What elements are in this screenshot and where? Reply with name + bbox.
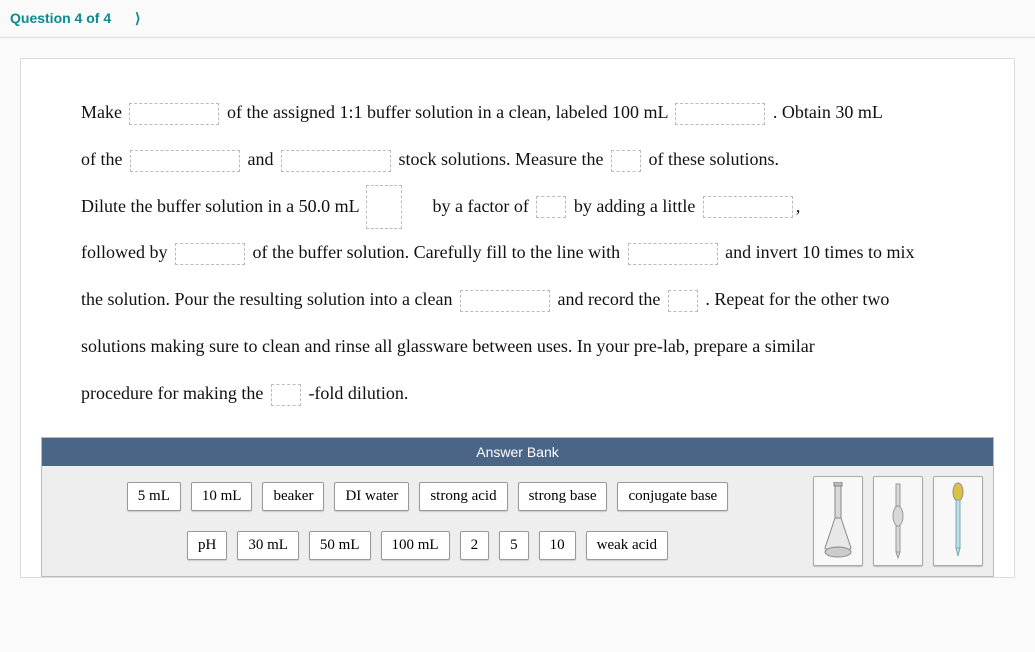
answer-chip[interactable]: 5 mL (127, 482, 181, 511)
drop-slot[interactable] (703, 196, 793, 218)
answer-chip[interactable]: 10 mL (191, 482, 253, 511)
answer-bank-row: pH 30 mL 50 mL 100 mL 2 5 10 weak acid (52, 531, 803, 560)
answer-bank-title: Answer Bank (42, 438, 993, 466)
passage-text: and record the (557, 289, 660, 309)
drop-slot[interactable] (668, 290, 698, 312)
passage-text: of the buffer solution. Carefully fill t… (252, 242, 620, 262)
drop-slot-image[interactable] (366, 185, 402, 229)
dropper-icon[interactable] (933, 476, 983, 566)
answer-bank: Answer Bank 5 mL 10 mL beaker DI water s… (41, 437, 994, 577)
answer-chip[interactable]: beaker (262, 482, 324, 511)
drop-slot[interactable] (130, 150, 240, 172)
passage-text: , (796, 196, 801, 216)
answer-chip[interactable]: pH (187, 531, 227, 560)
answer-bank-row: 5 mL 10 mL beaker DI water strong acid s… (52, 482, 803, 511)
answer-chip[interactable]: strong acid (419, 482, 507, 511)
passage-text: . Repeat for the other two (705, 289, 889, 309)
question-card: Make of the assigned 1:1 buffer solution… (20, 58, 1015, 578)
question-label: Question 4 of 4 (10, 10, 111, 26)
answer-chip[interactable]: 100 mL (381, 531, 450, 560)
answer-chip[interactable]: 30 mL (237, 531, 299, 560)
next-question-chevron[interactable]: ⟩ (135, 10, 140, 26)
question-header: Question 4 of 4 ⟩ (0, 0, 1035, 38)
answer-bank-images (813, 476, 983, 566)
passage-text: of the (81, 149, 122, 169)
passage-text: by adding a little (574, 196, 695, 216)
drop-slot[interactable] (271, 384, 301, 406)
drop-slot[interactable] (611, 150, 641, 172)
answer-chip[interactable]: conjugate base (617, 482, 728, 511)
drop-slot[interactable] (129, 103, 219, 125)
volumetric-flask-icon[interactable] (813, 476, 863, 566)
drop-slot[interactable] (460, 290, 550, 312)
passage-text: Make (81, 102, 122, 122)
pipette-icon[interactable] (873, 476, 923, 566)
passage-text: and invert 10 times to mix (725, 242, 914, 262)
passage-text: of the assigned 1:1 buffer solution in a… (227, 102, 668, 122)
passage-text: . Obtain 30 mL (773, 102, 883, 122)
drop-slot[interactable] (628, 243, 718, 265)
answer-chip[interactable]: 50 mL (309, 531, 371, 560)
passage-text: and (247, 149, 273, 169)
answer-chip[interactable]: DI water (334, 482, 409, 511)
passage-text: solutions making sure to clean and rinse… (81, 336, 815, 356)
answer-chip[interactable]: 10 (539, 531, 576, 560)
passage-text: the solution. Pour the resulting solutio… (81, 289, 452, 309)
drop-slot[interactable] (675, 103, 765, 125)
drop-slot[interactable] (175, 243, 245, 265)
passage-text: procedure for making the (81, 383, 263, 403)
passage-text: by a factor of (432, 196, 528, 216)
drop-slot[interactable] (281, 150, 391, 172)
fill-in-passage: Make of the assigned 1:1 buffer solution… (81, 89, 954, 417)
answer-chip[interactable]: 5 (499, 531, 529, 560)
passage-text: Dilute the buffer solution in a 50.0 mL (81, 196, 359, 216)
drop-slot[interactable] (536, 196, 566, 218)
passage-text: of these solutions. (648, 149, 779, 169)
passage-text: -fold dilution. (308, 383, 408, 403)
answer-chip[interactable]: 2 (460, 531, 490, 560)
answer-chip[interactable]: strong base (518, 482, 608, 511)
passage-text: stock solutions. Measure the (398, 149, 603, 169)
answer-chip[interactable]: weak acid (586, 531, 668, 560)
passage-text: followed by (81, 242, 167, 262)
